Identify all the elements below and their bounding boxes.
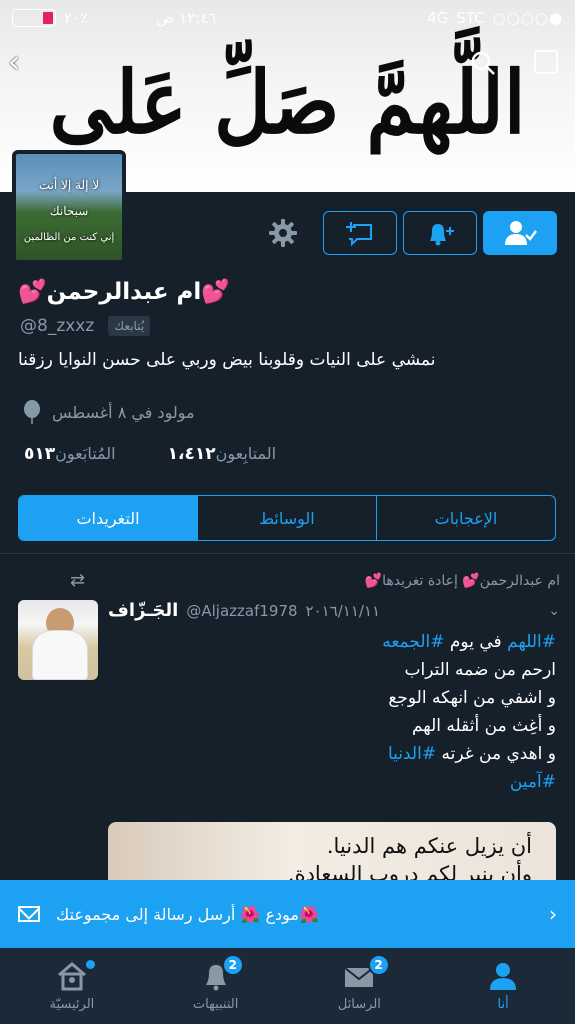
notifications-button[interactable] — [403, 211, 477, 255]
follows-you-badge: يُتابعك — [108, 316, 151, 336]
balloon-icon — [24, 400, 40, 424]
signal-icon: ○○○○● — [492, 9, 563, 27]
followers-label: المتابِعون — [215, 444, 277, 463]
dm-group-banner[interactable]: 🌺مودع 🌺 أرسل رسالة إلى مجموعتك › — [0, 880, 575, 948]
tweet-line: ارحم من ضمه التراب — [404, 660, 556, 680]
nav-messages[interactable]: 2 الرسائل — [288, 948, 432, 1024]
add-to-list-button[interactable] — [323, 211, 397, 255]
bottom-nav: الرئيسيّة 2 التنبيهات 2 الرسائل أنا — [0, 948, 575, 1024]
tab-tweets[interactable]: التغريدات — [19, 496, 197, 540]
retweet-icon: ⇄ — [70, 570, 86, 591]
followers-count: ١،٤١٢ — [167, 444, 216, 464]
avatar-text-2: سبحانك — [49, 204, 89, 218]
nav-me[interactable]: أنا — [431, 948, 575, 1024]
tweet-text: #اللهم في يوم #الجمعه ارحم من ضمه التراب… — [108, 628, 556, 796]
tweet-author-avatar[interactable] — [18, 600, 98, 680]
battery-percent: ٢٠٪ — [64, 9, 89, 27]
tweet-date: ٢٠١٦/١١/١١ — [305, 601, 381, 620]
user-check-icon — [505, 221, 537, 245]
search-icon[interactable] — [470, 50, 496, 76]
chevron-right-icon: › — [549, 902, 557, 926]
divider — [0, 553, 575, 554]
status-time: ١٢:٤٦ ص — [156, 9, 217, 27]
nav-notifications-label: التنبيهات — [192, 996, 239, 1012]
hashtag[interactable]: #الدنيا — [388, 744, 436, 764]
home-icon — [57, 961, 86, 990]
tweet-header: الجَـزّاف @Aljazzaf1978 ٢٠١٦/١١/١١ ⌄ — [108, 600, 560, 621]
tweet-author-handle: @Aljazzaf1978 — [186, 601, 298, 620]
tab-likes[interactable]: الإعجابات — [376, 496, 555, 540]
dm-banner-text: 🌺مودع 🌺 أرسل رسالة إلى مجموعتك — [56, 904, 319, 924]
tweet-line: و أغِث من أثقله الهم — [411, 716, 556, 736]
following-stat[interactable]: المُتابَعون٥١٣ — [18, 444, 116, 464]
hashtag[interactable]: #اللهم — [507, 632, 556, 652]
hashtag[interactable]: #آمين — [510, 772, 556, 792]
profile-name: 💕ام عبدالرحمن💕 — [18, 279, 230, 305]
avatar-text-1: لا إلهَ إلا أنت — [38, 178, 100, 192]
profile-handle-row: @8_zxxz يُتابعك — [20, 316, 151, 336]
profile-tabs: التغريدات الوسائط الإعجابات — [18, 495, 556, 541]
following-count: ٥١٣ — [24, 444, 56, 464]
avatar-text-3: إني كنت من الظالمين — [23, 232, 115, 243]
retweet-note: 💕ام عبدالرحمن💕 إعادة تغريدها — [364, 572, 560, 589]
birthday-row: مولود في ٨ أغسطس — [22, 400, 195, 424]
tweet-author-name[interactable]: الجَـزّاف — [108, 600, 178, 621]
tab-media[interactable]: الوسائط — [197, 496, 376, 540]
birthday-text: مولود في ٨ أغسطس — [52, 402, 195, 422]
gear-icon[interactable] — [266, 216, 300, 250]
following-label: المُتابَعون — [55, 444, 116, 463]
tweet-line: و اشفي من انهكه الوجع — [388, 688, 556, 708]
profile-bio: نمشي على النيات وقلوبنا بيض وربي على حسن… — [18, 350, 436, 370]
battery-icon — [12, 9, 56, 27]
messages-badge: 2 — [367, 954, 390, 976]
status-bar: ٢٠٪ ١٢:٤٦ ص 4G STC ○○○○● — [0, 0, 575, 36]
media-text-1: أن يزيل عنكم هم الدنيا. — [326, 834, 532, 858]
nav-home[interactable]: الرئيسيّة — [0, 948, 144, 1024]
hashtag[interactable]: #الجمعه — [382, 632, 444, 652]
notifications-badge: 2 — [221, 954, 244, 976]
retweet-context: ⇄ 💕ام عبدالرحمن💕 إعادة تغريدها — [0, 570, 560, 591]
home-new-dot — [86, 960, 95, 969]
nav-home-label: الرئيسيّة — [49, 996, 95, 1012]
profile-stats: المُتابَعون٥١٣ المتابِعون١،٤١٢ — [18, 444, 276, 464]
nav-messages-label: الرسائل — [337, 996, 381, 1012]
tweet-line: في يوم — [449, 632, 502, 652]
chevron-down-icon[interactable]: ⌄ — [548, 603, 560, 619]
back-button[interactable]: ‹ — [8, 48, 38, 78]
nav-notifications[interactable]: 2 التنبيهات — [144, 948, 288, 1024]
tweet-line: و اهدي من غرته — [441, 744, 556, 764]
followers-stat[interactable]: المتابِعون١،٤١٢ — [162, 444, 276, 464]
envelope-icon — [18, 906, 40, 922]
bell-plus-icon — [430, 224, 454, 246]
carrier-name: STC — [456, 9, 485, 27]
following-button[interactable] — [483, 211, 557, 255]
list-add-icon — [346, 222, 372, 246]
profile-avatar[interactable]: لا إلهَ إلا أنت سبحانك إني كنت من الظالم… — [12, 150, 126, 264]
nav-me-label: أنا — [497, 996, 509, 1012]
network-type: 4G — [427, 9, 449, 27]
person-icon — [490, 962, 517, 990]
share-icon[interactable] — [534, 50, 558, 74]
profile-handle: @8_zxxz — [20, 316, 95, 336]
